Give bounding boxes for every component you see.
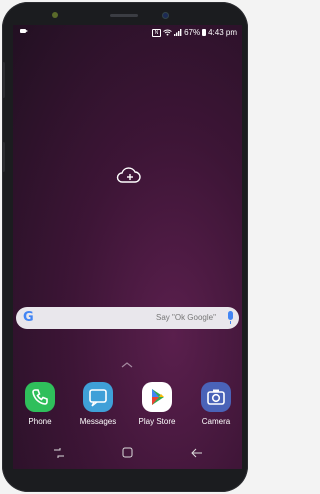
messages-icon <box>83 382 113 412</box>
home-icon[interactable] <box>122 447 133 458</box>
search-placeholder: Say "Ok Google" <box>156 313 216 322</box>
mic-icon[interactable] <box>228 311 233 324</box>
app-dock: Phone Messages Play Store Camera <box>13 382 242 432</box>
recent-apps-icon[interactable] <box>53 447 65 459</box>
battery-percent: 67% <box>184 28 201 37</box>
wifi-icon <box>163 29 172 36</box>
app-label: Play Store <box>138 417 176 426</box>
navigation-bar <box>13 443 242 467</box>
back-icon[interactable] <box>191 447 203 459</box>
app-label: Camera <box>201 417 231 426</box>
google-search-bar[interactable]: G Say "Ok Google" <box>16 307 239 329</box>
phone-frame: N 67% 4:43 pm G Say "Ok Google" Phone Me… <box>2 2 248 492</box>
play-store-icon <box>142 382 172 412</box>
bixby-button <box>2 142 5 172</box>
phone-icon <box>25 382 55 412</box>
app-messages[interactable]: Messages <box>72 382 124 426</box>
earpiece-speaker <box>110 14 138 17</box>
app-label: Phone <box>28 417 52 426</box>
front-camera-icon <box>162 12 169 19</box>
cloud-plus-icon[interactable] <box>116 166 142 184</box>
chevron-up-icon[interactable] <box>121 361 133 369</box>
battery-icon <box>202 29 207 36</box>
app-phone[interactable]: Phone <box>14 382 66 426</box>
nfc-icon: N <box>152 28 162 37</box>
volume-button <box>2 62 5 98</box>
google-logo-icon: G <box>23 310 34 325</box>
camera-icon <box>201 382 231 412</box>
sensor-icon <box>52 12 58 18</box>
app-label: Messages <box>79 417 117 426</box>
clock: 4:43 pm <box>208 28 237 37</box>
status-bar: N 67% 4:43 pm <box>13 25 242 41</box>
video-icon <box>20 29 28 33</box>
home-screen: N 67% 4:43 pm G Say "Ok Google" Phone Me… <box>13 25 242 469</box>
signal-icon <box>174 29 182 36</box>
app-camera[interactable]: Camera <box>190 382 242 426</box>
app-play-store[interactable]: Play Store <box>131 382 183 426</box>
